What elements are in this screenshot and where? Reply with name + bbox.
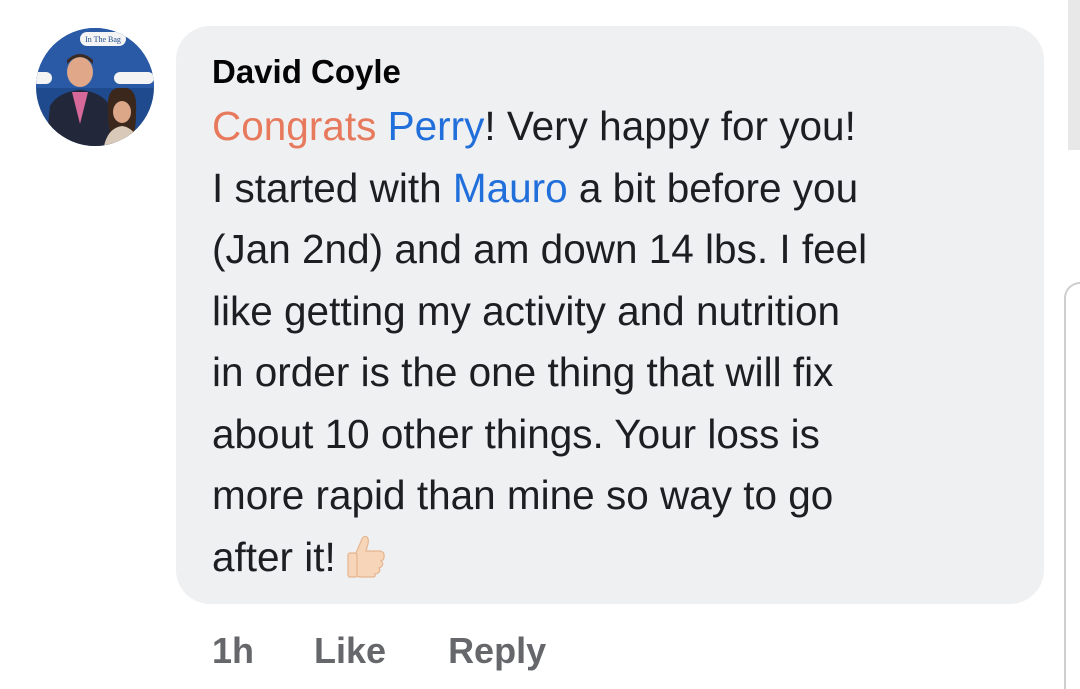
comment-line-1: Congrats Perry! Very happy for you! [212, 96, 1012, 158]
side-panel-edge [1068, 0, 1080, 150]
comment-line-2: I started with Mauro a bit before you [212, 158, 1012, 220]
thumbs-up-icon [342, 531, 390, 579]
avatar[interactable]: In The Bag [36, 28, 154, 146]
reply-button[interactable]: Reply [448, 630, 546, 672]
comment-line-2-start: I started with [212, 164, 453, 211]
comment-line-6: about 10 other things. Your loss is [212, 410, 820, 457]
comment-line-2-rest: a bit before you [567, 164, 859, 211]
like-button[interactable]: Like [314, 630, 386, 672]
comment-actions: 1h Like Reply [212, 626, 546, 676]
comment-line-8: after it! [212, 527, 1012, 589]
mention-mauro[interactable]: Mauro [453, 165, 568, 211]
mention-perry[interactable]: Perry [388, 103, 485, 149]
comment-line-7: more rapid than mine so way to go [212, 472, 834, 518]
comment-line-1-rest: ! Very happy for you! [484, 103, 856, 149]
comment-screen: In The Bag David Coyle Congrats Perry! V… [0, 0, 1080, 689]
comment-timestamp: 1h [212, 630, 255, 671]
comment-line-5: in order is the one thing that will fix [212, 349, 834, 395]
comment-text: Congrats Perry! Very happy for you! I st… [212, 96, 1012, 588]
comment-line-4: like getting my activity and nutrition [212, 287, 841, 334]
comment-line-8-text: after it! [212, 533, 336, 580]
comment-bubble: David Coyle Congrats Perry! Very happy f… [176, 26, 1044, 604]
avatar-banner-text: In The Bag [85, 35, 121, 44]
comment-line-3: (Jan 2nd) and am down 14 lbs. I feel [212, 226, 868, 272]
congrats-highlight[interactable]: Congrats [212, 103, 376, 149]
side-panel-edge-lower [1064, 282, 1080, 689]
comment-author[interactable]: David Coyle [212, 52, 401, 92]
